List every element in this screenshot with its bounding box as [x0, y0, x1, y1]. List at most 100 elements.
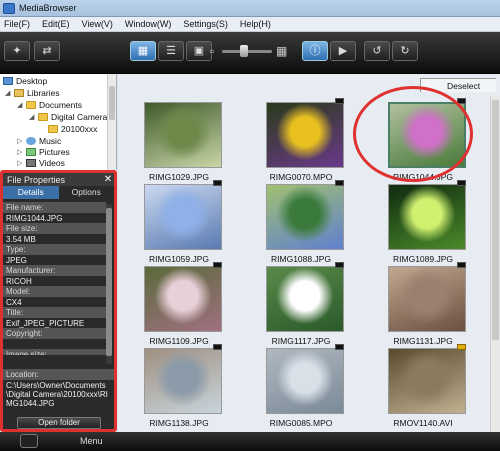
- menu-help[interactable]: Help(H): [240, 19, 271, 29]
- thumbnail-view-icon[interactable]: ▦: [130, 41, 156, 61]
- thumbnail-item[interactable]: RIMG1029.JPG: [124, 102, 234, 192]
- rotate-right-icon[interactable]: ↻: [392, 41, 418, 61]
- collapse-icon[interactable]: ◢: [17, 101, 24, 109]
- thumbnail-item[interactable]: RIMG0085.MPO: [246, 344, 356, 438]
- location-label: Location:: [3, 369, 114, 380]
- prop-value: RIMG1044.JPG: [3, 212, 106, 223]
- detail-view-icon[interactable]: ▣: [186, 41, 212, 61]
- music-icon: [26, 137, 36, 145]
- thumbnail-item[interactable]: RIMG1138.JPG: [124, 344, 234, 438]
- thumbnail-filename: RIMG1138.JPG: [149, 418, 209, 428]
- thumbnail-item[interactable]: RIMG1109.JPG: [124, 262, 234, 356]
- thumbnail-filename: RIMG0085.MPO: [269, 418, 333, 428]
- window-title: MediaBrowser: [19, 3, 77, 13]
- tree-scrollbar-thumb[interactable]: [109, 86, 115, 120]
- grid-scrollbar-thumb[interactable]: [492, 100, 499, 340]
- tree-label: Pictures: [39, 147, 70, 157]
- thumbnail-image[interactable]: [144, 184, 222, 250]
- prop-value: CX4: [3, 296, 106, 307]
- tree-item-20100xxx[interactable]: 20100xxx: [48, 124, 97, 134]
- menu-window[interactable]: Window(W): [125, 19, 172, 29]
- thumbnail-image[interactable]: [266, 266, 344, 332]
- properties-tabs: Details Options: [3, 186, 114, 199]
- tree-item-videos[interactable]: ▷ Videos: [17, 158, 65, 168]
- prop-label: Image size:: [3, 349, 106, 355]
- prop-label: File name:: [3, 202, 106, 213]
- thumbnail-image[interactable]: [388, 184, 466, 250]
- expand-icon[interactable]: ▷: [17, 137, 24, 145]
- thumbnail-image[interactable]: [144, 102, 222, 168]
- menu-settings[interactable]: Settings(S): [183, 19, 228, 29]
- thumbnail-image[interactable]: [388, 348, 466, 414]
- thumbnail-image[interactable]: [266, 184, 344, 250]
- transfer-icon[interactable]: ⇄: [34, 41, 60, 61]
- file-type-badge-icon: [213, 262, 222, 268]
- thumbnail-item[interactable]: RIMG1088.JPG: [246, 180, 356, 274]
- properties-scrollbar[interactable]: [106, 204, 112, 364]
- tree-label: Desktop: [16, 76, 48, 86]
- grid-scrollbar[interactable]: [490, 96, 500, 432]
- pictures-icon: [26, 148, 36, 156]
- tree-item-pictures[interactable]: ▷ Pictures: [17, 147, 70, 157]
- zoom-slider[interactable]: [222, 45, 272, 57]
- list-view-icon[interactable]: ☰: [158, 41, 184, 61]
- rotate-left-icon[interactable]: ↺: [364, 41, 390, 61]
- folder-tree: Desktop ◢ Libraries ◢ Documents ◢ Digital C…: [0, 74, 117, 170]
- prop-label: Type:: [3, 244, 106, 255]
- bottom-bar: Menu: [0, 432, 500, 451]
- properties-scrollbar-thumb[interactable]: [106, 208, 112, 356]
- thumbnail-item[interactable]: RIMG1089.JPG: [368, 180, 478, 274]
- tab-options[interactable]: Options: [59, 186, 115, 199]
- tree-item-documents[interactable]: ◢ Documents: [17, 100, 82, 110]
- file-type-badge-icon: [335, 344, 344, 350]
- thumbnail-item[interactable]: RIMG1131.JPG: [368, 262, 478, 356]
- thumbnail-item[interactable]: RMOV1140.AVI: [368, 344, 478, 438]
- close-icon[interactable]: ✕: [102, 174, 114, 185]
- tree-item-digital-camera[interactable]: ◢ Digital Camera: [29, 112, 107, 122]
- thumbnail-image[interactable]: [144, 266, 222, 332]
- prop-label: Manufacturer:: [3, 265, 106, 276]
- folder-icon: [26, 101, 36, 109]
- import-icon[interactable]: ✦: [4, 41, 30, 61]
- info-icon[interactable]: ⓘ: [302, 41, 328, 61]
- prop-value: JPEG: [3, 254, 106, 265]
- collapse-icon[interactable]: ◢: [29, 113, 36, 121]
- zoom-out-icon[interactable]: ▫: [210, 44, 214, 58]
- thumbnail-image[interactable]: [266, 348, 344, 414]
- thumbnail-item[interactable]: RIMG1059.JPG: [124, 180, 234, 274]
- thumbnail-image[interactable]: [388, 266, 466, 332]
- menu-edit[interactable]: Edit(E): [42, 19, 70, 29]
- zoom-in-icon[interactable]: ▦: [276, 44, 287, 58]
- menu-view[interactable]: View(V): [82, 19, 113, 29]
- collapse-icon[interactable]: ◢: [5, 89, 12, 97]
- zoom-slider-knob[interactable]: [240, 45, 248, 57]
- tree-scrollbar[interactable]: [107, 74, 116, 170]
- tree-label: Digital Camera: [51, 112, 108, 122]
- file-type-badge-icon: [457, 344, 466, 350]
- tree-item-music[interactable]: ▷ Music: [17, 136, 61, 146]
- prop-value: RICOH: [3, 275, 106, 286]
- file-type-badge-icon: [457, 262, 466, 268]
- tree-item-desktop[interactable]: Desktop: [3, 76, 47, 86]
- thumbnail-item[interactable]: RIMG0070.MPO: [246, 98, 356, 192]
- expand-icon[interactable]: ▷: [17, 148, 24, 156]
- tree-label: Documents: [39, 100, 82, 110]
- expand-icon[interactable]: ▷: [17, 159, 24, 167]
- thumbnail-image[interactable]: [144, 348, 222, 414]
- desktop-icon: [3, 77, 13, 85]
- thumbnail-filename: RMOV1140.AVI: [393, 418, 453, 428]
- menu-label[interactable]: Menu: [80, 436, 103, 446]
- slideshow-icon[interactable]: ▶: [330, 41, 356, 61]
- menu-file[interactable]: File(F): [4, 19, 30, 29]
- prop-label: Model:: [3, 286, 106, 297]
- file-type-badge-icon: [213, 180, 222, 186]
- folder-icon: [48, 125, 58, 133]
- tab-details[interactable]: Details: [3, 186, 59, 199]
- prop-label: File size:: [3, 223, 106, 234]
- tree-item-libraries[interactable]: ◢ Libraries: [5, 88, 60, 98]
- menu-bar: File(F) Edit(E) View(V) Window(W) Settin…: [0, 17, 500, 32]
- thumbnail-image[interactable]: [266, 102, 344, 168]
- open-folder-button[interactable]: Open folder: [17, 417, 101, 429]
- thumbnail-item[interactable]: RIMG1117.JPG: [246, 262, 356, 356]
- menu-icon[interactable]: [20, 434, 38, 448]
